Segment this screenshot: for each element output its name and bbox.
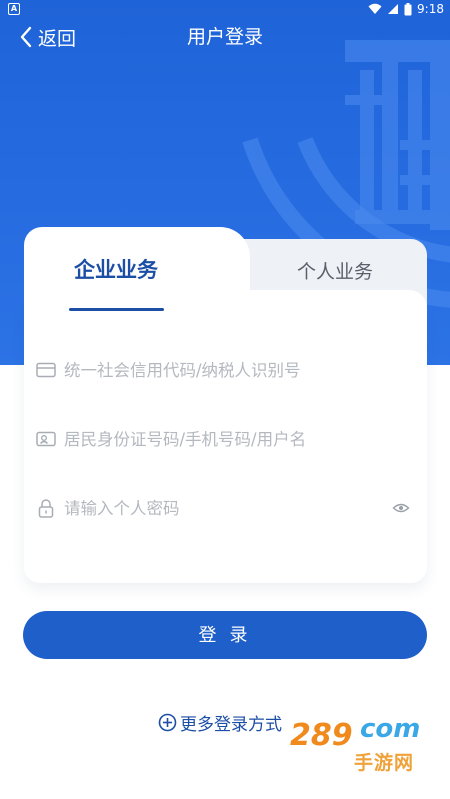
- notification-a-icon: A: [8, 3, 20, 15]
- wifi-icon: [368, 3, 382, 14]
- password-input[interactable]: [64, 493, 394, 523]
- credit-code-input[interactable]: [64, 355, 394, 385]
- site-watermark: 289 com 手游网: [284, 712, 440, 784]
- identity-input[interactable]: [64, 424, 394, 454]
- password-field: [36, 490, 416, 526]
- more-login-label: 更多登录方式: [180, 714, 282, 735]
- plus-circle-icon: [158, 713, 177, 731]
- signal-icon: [388, 4, 399, 14]
- id-card-icon: [36, 429, 56, 449]
- card-icon: [36, 360, 56, 380]
- login-button[interactable]: 登 录: [23, 611, 427, 659]
- page-title: 用户登录: [186, 26, 263, 48]
- identity-field: [36, 421, 416, 457]
- nav-bar: 返回 用户登录: [0, 20, 450, 54]
- tab-personal[interactable]: 个人业务: [270, 257, 400, 287]
- battery-icon: [404, 2, 412, 15]
- credit-code-field: [36, 352, 416, 388]
- watermark-subtitle: 手游网: [354, 752, 415, 774]
- watermark-domain: com: [360, 714, 421, 744]
- watermark-number: 289: [290, 718, 353, 753]
- status-time: 9:18: [417, 2, 444, 16]
- tab-active-indicator: [69, 308, 164, 311]
- lock-icon: [36, 498, 56, 518]
- more-login-options[interactable]: 更多登录方式: [158, 708, 282, 736]
- status-bar: A 9:18: [0, 0, 450, 18]
- tab-enterprise[interactable]: 企业业务: [24, 255, 208, 285]
- eye-icon[interactable]: [392, 499, 410, 517]
